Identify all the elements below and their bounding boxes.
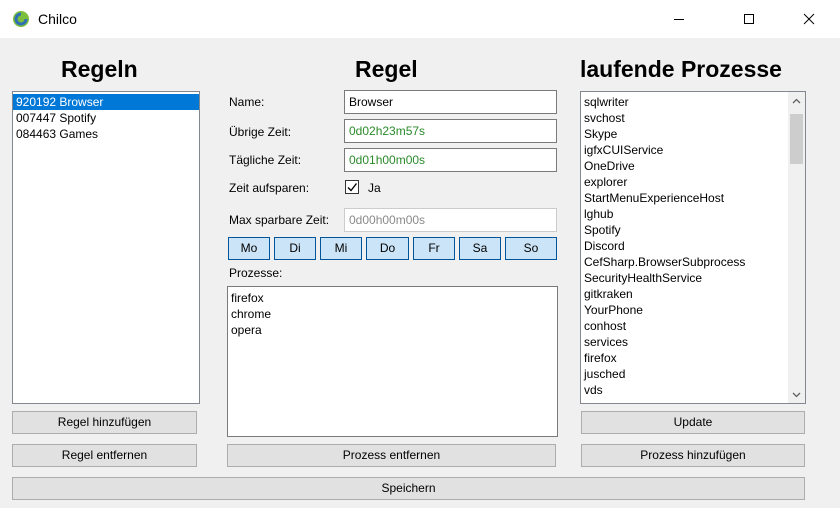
remaining-time-input[interactable]: 0d02h23m57s xyxy=(344,119,557,143)
chevron-up-icon xyxy=(792,98,801,103)
process-item[interactable]: StartMenuExperienceHost xyxy=(581,190,805,206)
add-rule-button[interactable]: Regel hinzufügen xyxy=(12,411,197,434)
rule-item[interactable]: 084463 Games xyxy=(13,126,199,142)
scroll-thumb[interactable] xyxy=(790,114,803,164)
remove-rule-button[interactable]: Regel entfernen xyxy=(12,444,197,467)
process-item[interactable]: sqlwriter xyxy=(581,94,805,110)
process-item[interactable]: YourPhone xyxy=(581,302,805,318)
max-save-time-input[interactable]: 0d00h00m00s xyxy=(344,208,557,232)
process-item[interactable]: Spotify xyxy=(581,222,805,238)
minimize-icon xyxy=(674,19,684,20)
save-time-label: Zeit aufsparen: xyxy=(229,181,310,195)
daily-time-input[interactable]: 0d01h00m00s xyxy=(344,148,557,172)
process-item[interactable]: CefSharp.BrowserSubprocess xyxy=(581,254,805,270)
process-list-scrollbar[interactable] xyxy=(788,92,805,403)
process-item[interactable]: OneDrive xyxy=(581,158,805,174)
process-item[interactable]: Skype xyxy=(581,126,805,142)
process-item[interactable]: SecurityHealthService xyxy=(581,270,805,286)
process-item[interactable]: conhost xyxy=(581,318,805,334)
process-item[interactable]: igfxCUIService xyxy=(581,142,805,158)
process-item[interactable]: vds xyxy=(581,382,805,398)
close-icon xyxy=(803,13,815,25)
process-item[interactable]: jusched xyxy=(581,366,805,382)
name-input[interactable]: Browser xyxy=(344,90,557,114)
rules-heading: Regeln xyxy=(61,56,138,82)
scroll-down-button[interactable] xyxy=(788,386,805,403)
day-button-do[interactable]: Do xyxy=(366,237,409,260)
close-button[interactable] xyxy=(786,0,832,38)
window-title: Chilco xyxy=(38,11,77,27)
day-button-sa[interactable]: Sa xyxy=(459,237,501,260)
running-processes-list[interactable]: sqlwriter svchost Skype igfxCUIService O… xyxy=(580,91,806,404)
rule-heading: Regel xyxy=(355,56,418,82)
rules-list[interactable]: 920192 Browser 007447 Spotify 084463 Gam… xyxy=(12,91,200,404)
process-item[interactable]: services xyxy=(581,334,805,350)
maximize-icon xyxy=(744,14,754,24)
rule-item[interactable]: 007447 Spotify xyxy=(13,110,199,126)
rule-process-line: firefox xyxy=(231,291,264,305)
name-label: Name: xyxy=(229,95,265,109)
day-button-mo[interactable]: Mo xyxy=(228,237,270,260)
scroll-up-button[interactable] xyxy=(788,92,805,109)
chilco-logo-icon xyxy=(13,11,29,27)
processes-heading: laufende Prozesse xyxy=(580,56,782,82)
day-button-mi[interactable]: Mi xyxy=(320,237,362,260)
process-item[interactable]: firefox xyxy=(581,350,805,366)
rule-item[interactable]: 920192 Browser xyxy=(13,94,199,110)
process-item[interactable]: lghub xyxy=(581,206,805,222)
process-item[interactable]: Discord xyxy=(581,238,805,254)
process-item[interactable]: explorer xyxy=(581,174,805,190)
day-button-di[interactable]: Di xyxy=(274,237,316,260)
update-button[interactable]: Update xyxy=(581,411,805,434)
rule-process-line: chrome xyxy=(231,307,272,321)
max-save-time-label: Max sparbare Zeit: xyxy=(229,213,330,227)
processes-label: Prozesse: xyxy=(229,266,283,280)
day-button-so[interactable]: So xyxy=(505,237,557,260)
checkmark-icon xyxy=(347,183,358,192)
save-time-check-label: Ja xyxy=(368,181,381,195)
process-item[interactable]: gitkraken xyxy=(581,286,805,302)
minimize-button[interactable] xyxy=(656,0,702,38)
save-button[interactable]: Speichern xyxy=(12,477,805,500)
remove-process-button[interactable]: Prozess entfernen xyxy=(227,444,556,467)
title-bar: Chilco xyxy=(0,0,840,38)
daily-time-label: Tägliche Zeit: xyxy=(229,153,302,167)
day-button-fr[interactable]: Fr xyxy=(413,237,455,260)
process-item[interactable]: svchost xyxy=(581,110,805,126)
chevron-down-icon xyxy=(792,392,801,397)
rule-process-line: opera xyxy=(231,323,262,337)
remaining-time-label: Übrige Zeit: xyxy=(229,125,292,139)
maximize-button[interactable] xyxy=(726,0,772,38)
rule-processes-textarea[interactable]: firefox chrome opera xyxy=(227,286,558,437)
save-time-checkbox[interactable] xyxy=(345,180,359,194)
add-process-button[interactable]: Prozess hinzufügen xyxy=(581,444,805,467)
